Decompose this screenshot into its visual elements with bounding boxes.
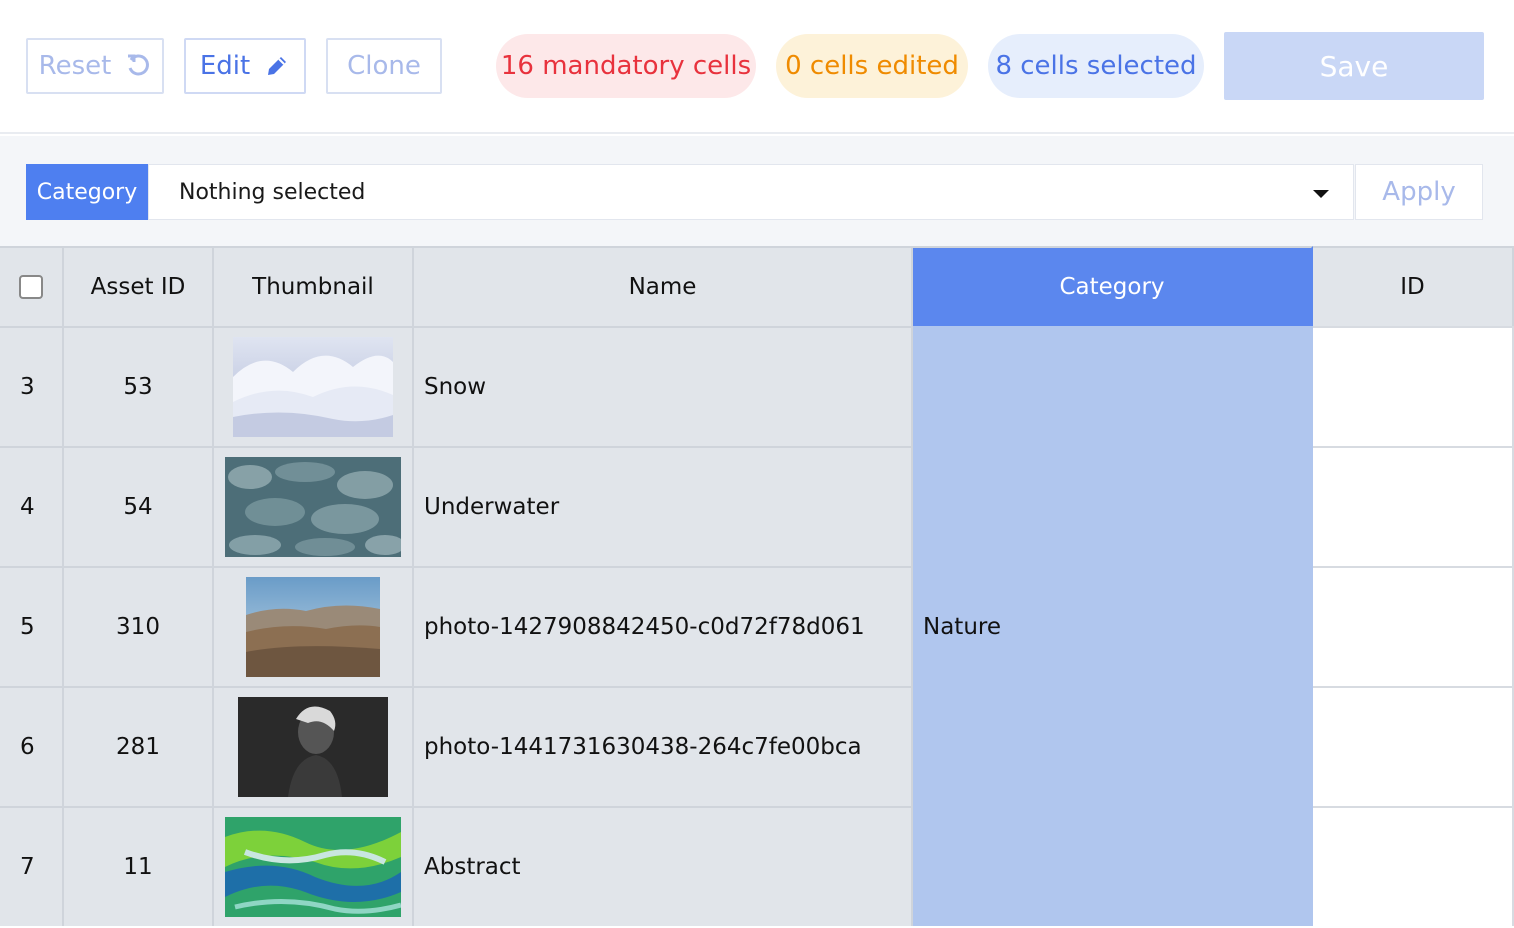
snow-thumbnail — [233, 337, 393, 437]
row-number: 3 — [0, 326, 64, 446]
table-row: 6 281 photo-1441731630438-264c7fe00bca — [0, 686, 1514, 806]
save-button[interactable]: Save — [1224, 32, 1484, 100]
column-header-id[interactable]: ID — [1313, 246, 1514, 326]
category-cell[interactable] — [913, 686, 1313, 806]
field-label: Category — [26, 164, 148, 220]
column-header-name[interactable]: Name — [414, 246, 913, 326]
name-cell[interactable]: photo-1441731630438-264c7fe00bca — [414, 686, 913, 806]
thumbnail-cell[interactable] — [214, 566, 414, 686]
name-cell[interactable]: Snow — [414, 326, 913, 446]
table-row: 7 11 Abstract — [0, 806, 1514, 926]
thumbnail-cell[interactable] — [214, 326, 414, 446]
undo-icon — [125, 53, 151, 79]
name-cell[interactable]: Abstract — [414, 806, 913, 926]
thumbnail-cell[interactable] — [214, 686, 414, 806]
column-header-thumbnail[interactable]: Thumbnail — [214, 246, 414, 326]
reset-label: Reset — [38, 51, 112, 81]
row-number: 7 — [0, 806, 64, 926]
row-number: 4 — [0, 446, 64, 566]
thumbnail-cell[interactable] — [214, 806, 414, 926]
category-cell[interactable] — [913, 806, 1313, 926]
pencil-icon — [264, 53, 290, 79]
row-number: 6 — [0, 686, 64, 806]
category-cell[interactable] — [913, 326, 1313, 446]
category-cell[interactable] — [913, 446, 1313, 566]
abstract-thumbnail — [225, 817, 401, 917]
row-number: 5 — [0, 566, 64, 686]
data-grid: Asset ID Thumbnail Name Category ID 3 53… — [0, 246, 1514, 928]
desert-thumbnail — [246, 577, 380, 677]
id-cell[interactable] — [1313, 326, 1514, 446]
asset-id-cell[interactable]: 11 — [64, 806, 214, 926]
cells-edited-badge: 0 cells edited — [776, 34, 968, 98]
clone-button[interactable]: Clone — [326, 38, 442, 94]
column-header-category[interactable]: Category — [913, 246, 1313, 326]
select-all-checkbox[interactable] — [19, 275, 43, 299]
clone-label: Clone — [347, 51, 421, 81]
dropdown-value: Nothing selected — [179, 179, 366, 205]
asset-id-cell[interactable]: 54 — [64, 446, 214, 566]
bulk-edit-bar: Category Nothing selected Apply — [0, 136, 1514, 246]
asset-id-cell[interactable]: 53 — [64, 326, 214, 446]
table-row: 4 54 Underwater — [0, 446, 1514, 566]
thumbnail-cell[interactable] — [214, 446, 414, 566]
category-dropdown[interactable]: Nothing selected — [148, 164, 1354, 220]
underwater-thumbnail — [225, 457, 401, 557]
caret-down-icon — [1313, 190, 1329, 198]
column-header-asset-id[interactable]: Asset ID — [64, 246, 214, 326]
edit-button[interactable]: Edit — [184, 38, 306, 94]
apply-button[interactable]: Apply — [1355, 164, 1483, 220]
asset-id-cell[interactable]: 281 — [64, 686, 214, 806]
cells-selected-badge: 8 cells selected — [988, 34, 1204, 98]
table-row: 5 310 photo-1427908842450-c0d72f78d061 N… — [0, 566, 1514, 686]
portrait-thumbnail — [238, 697, 388, 797]
id-cell[interactable] — [1313, 686, 1514, 806]
name-cell[interactable]: photo-1427908842450-c0d72f78d061 — [414, 566, 913, 686]
name-cell[interactable]: Underwater — [414, 446, 913, 566]
table-row: 3 53 Snow — [0, 326, 1514, 446]
reset-button[interactable]: Reset — [26, 38, 164, 94]
select-all-header — [0, 246, 64, 326]
edit-label: Edit — [199, 51, 251, 81]
toolbar: Reset Edit Clone 16 mandatory cells 0 ce… — [0, 0, 1514, 134]
id-cell[interactable] — [1313, 806, 1514, 926]
category-cell[interactable]: Nature — [913, 566, 1313, 686]
asset-id-cell[interactable]: 310 — [64, 566, 214, 686]
id-cell[interactable] — [1313, 566, 1514, 686]
mandatory-cells-badge: 16 mandatory cells — [496, 34, 756, 98]
id-cell[interactable] — [1313, 446, 1514, 566]
